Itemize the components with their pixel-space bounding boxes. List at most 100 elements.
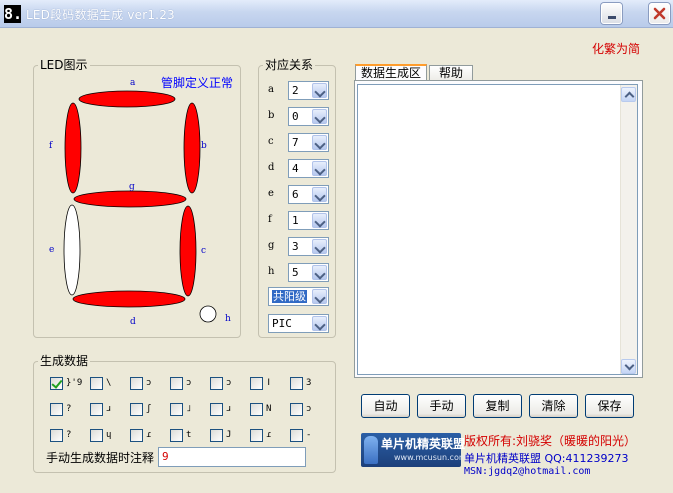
display-type-select[interactable]: 共阳级 [268, 287, 329, 306]
generate-checkbox-19[interactable]: J [210, 428, 231, 442]
output-textarea[interactable] [357, 84, 638, 375]
close-button[interactable] [649, 3, 670, 24]
chevron-down-icon[interactable] [312, 289, 327, 304]
checkbox-box[interactable] [170, 376, 183, 390]
checkbox-box[interactable] [50, 402, 63, 416]
copyright-text: 版权所有:刘骁奖（暖暖的阳光） [464, 434, 637, 448]
mapping-value-g: 3 [292, 240, 299, 253]
checkbox-box[interactable] [130, 402, 143, 416]
auto-button[interactable]: 自动 [361, 394, 410, 418]
chevron-down-icon[interactable] [312, 213, 327, 228]
generate-checkbox-16[interactable]: ɥ [90, 428, 111, 442]
platform-value: PIC [272, 317, 292, 330]
checkbox-box[interactable] [170, 402, 183, 416]
segment-g[interactable] [73, 190, 187, 208]
generate-checkbox-4[interactable]: ɔ [170, 376, 191, 390]
generate-checkbox-3[interactable]: ɔ [130, 376, 151, 390]
generate-checkbox-1[interactable]: }'9 [50, 376, 82, 390]
checkbox-box[interactable] [90, 428, 103, 442]
window-title: LED段码数据生成 ver1.23 [26, 8, 175, 22]
chevron-down-icon[interactable] [312, 265, 327, 280]
chevron-down-icon[interactable] [312, 83, 327, 98]
mapping-label-e: e [268, 188, 274, 199]
checkbox-box[interactable] [50, 428, 63, 442]
checkbox-box[interactable] [210, 376, 223, 390]
generate-checkbox-13[interactable]: N [250, 402, 271, 416]
generate-checkbox-14[interactable]: ɔ [290, 402, 311, 416]
copy-button[interactable]: 复制 [473, 394, 522, 418]
chevron-down-icon[interactable] [312, 239, 327, 254]
generate-checkbox-10[interactable]: ʃ [130, 402, 151, 416]
generate-checkbox-5[interactable]: ɔ [210, 376, 231, 390]
mapping-select-d[interactable]: 4 [288, 159, 329, 178]
segment-f[interactable] [64, 102, 82, 194]
generate-checkbox-label: ǀ [266, 378, 272, 388]
generate-checkbox-15[interactable]: ? [50, 428, 71, 442]
generate-checkbox-12[interactable]: ɹ [210, 402, 231, 416]
scroll-up-arrow-icon[interactable] [621, 87, 636, 102]
generate-checkbox-7[interactable]: 3 [290, 376, 311, 390]
mapping-label-a: a [268, 84, 274, 95]
tab-help[interactable]: 帮助 [429, 65, 473, 81]
platform-select[interactable]: PIC [268, 314, 329, 333]
chevron-down-icon[interactable] [312, 135, 327, 150]
generate-checkbox-18[interactable]: t [170, 428, 191, 442]
generate-checkbox-2[interactable]: \ [90, 376, 111, 390]
save-button[interactable]: 保存 [585, 394, 634, 418]
segment-a[interactable] [78, 90, 176, 108]
brand-logo: 单片机精英联盟 www.mcusun.com [361, 433, 467, 467]
generate-checkbox-label: - [306, 430, 312, 440]
chevron-down-icon[interactable] [312, 187, 327, 202]
mapping-value-b: 0 [292, 110, 299, 123]
checkbox-box[interactable] [130, 428, 143, 442]
mapping-select-g[interactable]: 3 [288, 237, 329, 256]
segment-c[interactable] [179, 205, 197, 297]
segment-label-h: h [225, 314, 231, 324]
checkbox-box[interactable] [90, 402, 103, 416]
manual-button[interactable]: 手动 [417, 394, 466, 418]
mapping-select-c[interactable]: 7 [288, 133, 329, 152]
mapping-select-b[interactable]: 0 [288, 107, 329, 126]
segment-b[interactable] [183, 102, 201, 194]
comment-input[interactable]: 9 [158, 447, 306, 467]
output-scrollbar[interactable] [620, 85, 637, 374]
mapping-select-h[interactable]: 5 [288, 263, 329, 282]
clear-button[interactable]: 清除 [529, 394, 578, 418]
generate-checkbox-11[interactable]: ˩ [170, 402, 191, 416]
mapping-select-e[interactable]: 6 [288, 185, 329, 204]
scroll-down-arrow-icon[interactable] [621, 359, 636, 374]
segment-e[interactable] [63, 204, 81, 296]
checkbox-box[interactable] [250, 428, 263, 442]
generate-checkbox-9[interactable]: ɹ [90, 402, 111, 416]
generate-checkbox-21[interactable]: - [290, 428, 311, 442]
checkbox-box[interactable] [170, 428, 183, 442]
checkbox-box[interactable] [130, 376, 143, 390]
chevron-down-icon[interactable] [312, 161, 327, 176]
chevron-down-icon[interactable] [312, 316, 327, 331]
checkmark-icon[interactable] [50, 376, 63, 390]
simplify-link[interactable]: 化繁为简 [592, 40, 640, 57]
checkbox-box[interactable] [290, 402, 303, 416]
minimize-button[interactable] [601, 3, 622, 24]
title-bar[interactable]: 8. LED段码数据生成 ver1.23 [0, 0, 673, 28]
checkbox-box[interactable] [210, 428, 223, 442]
checkbox-box[interactable] [90, 376, 103, 390]
mapping-group-title: 对应关系 [263, 58, 316, 72]
checkbox-box[interactable] [210, 402, 223, 416]
generate-checkbox-8[interactable]: ? [50, 402, 71, 416]
mapping-select-f[interactable]: 1 [288, 211, 329, 230]
checkbox-box[interactable] [290, 376, 303, 390]
segment-h-dot[interactable] [199, 305, 217, 323]
generate-checkbox-label: }'9 [66, 378, 83, 388]
mapping-select-a[interactable]: 2 [288, 81, 329, 100]
generate-checkbox-20[interactable]: ɾ [250, 428, 271, 442]
chevron-down-icon[interactable] [312, 109, 327, 124]
checkbox-box[interactable] [290, 428, 303, 442]
generate-checkbox-6[interactable]: ǀ [250, 376, 271, 390]
segment-d[interactable] [72, 290, 186, 308]
checkbox-box[interactable] [250, 376, 263, 390]
mapping-label-b: b [268, 110, 275, 121]
generate-checkbox-17[interactable]: ɾ [130, 428, 151, 442]
tab-data-generation[interactable]: 数据生成区 [355, 64, 427, 81]
checkbox-box[interactable] [250, 402, 263, 416]
